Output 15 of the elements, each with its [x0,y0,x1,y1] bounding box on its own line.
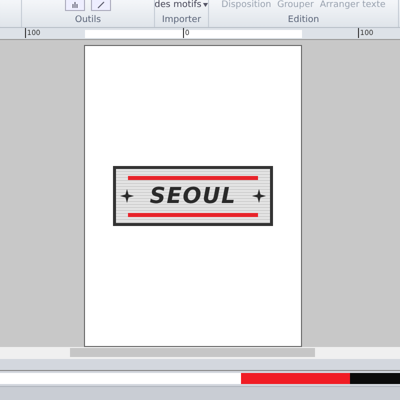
thread-swatch[interactable] [241,372,350,384]
thread-swatch[interactable] [350,372,400,384]
group-label: Outils [74,15,101,26]
group-label: Edition [288,15,320,26]
sparkle-icon [120,189,134,204]
thread-swatch[interactable] [0,372,242,384]
pencil-tool-button[interactable] [91,0,111,11]
design-text: SEOUL [150,184,236,209]
hand-tool-button[interactable] [65,0,85,11]
sparkle-icon [252,189,266,204]
horizontal-scrollbar[interactable] [0,347,400,359]
caret-icon [203,3,208,7]
import-patterns-button[interactable]: des motifs [154,0,208,10]
group-label: Importer [162,15,202,26]
embroidery-patch[interactable]: SEOUL [113,166,273,226]
